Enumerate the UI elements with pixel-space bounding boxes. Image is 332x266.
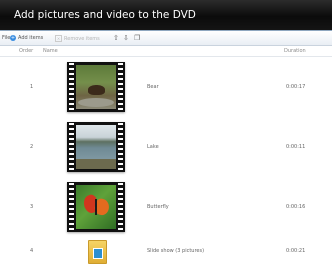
- list-item[interactable]: 4 Slide show (3 pictures) 0:00:21: [0, 238, 332, 266]
- window-title: Add pictures and video to the DVD: [14, 9, 196, 21]
- item-duration: 0:00:16: [286, 204, 306, 210]
- add-items-label: Add items: [18, 35, 44, 41]
- arrow-down-icon: ⇩: [123, 34, 129, 42]
- film-strip-left: [69, 123, 74, 171]
- remove-items-button[interactable]: × Remove items: [55, 35, 100, 42]
- remove-icon: ×: [55, 35, 62, 42]
- butterfly-video-thumbnail: [67, 182, 125, 232]
- film-strip-left: [69, 183, 74, 231]
- list-item[interactable]: 1 Bear 0:00:17: [0, 58, 332, 116]
- lake-image: [76, 125, 116, 169]
- item-name: Butterfly: [147, 204, 169, 210]
- film-strip-right: [118, 123, 123, 171]
- list-item[interactable]: 2 Lake 0:00:11: [0, 118, 332, 176]
- lake-video-thumbnail: [67, 122, 125, 172]
- film-strip-right: [118, 63, 123, 111]
- item-duration: 0:00:11: [286, 144, 306, 150]
- toolbar: File + Add items × Remove items ⇧ ⇩ ❐: [0, 31, 332, 46]
- add-icon: +: [10, 35, 16, 41]
- list-header: Order Name Duration: [0, 46, 332, 57]
- move-down-button[interactable]: ⇩: [123, 34, 129, 42]
- item-order: 3: [30, 204, 34, 210]
- item-order: 4: [30, 248, 34, 254]
- item-name: Bear: [147, 84, 159, 90]
- column-header-duration[interactable]: Duration: [284, 48, 306, 54]
- film-strip-right: [118, 183, 123, 231]
- remove-items-label: Remove items: [64, 35, 100, 42]
- column-header-order[interactable]: Order: [19, 48, 33, 54]
- move-up-button[interactable]: ⇧: [113, 34, 119, 42]
- list-item[interactable]: 3 Butterfly 0:00:16: [0, 178, 332, 236]
- butterfly-image: [76, 185, 116, 229]
- item-duration: 0:00:17: [286, 84, 306, 90]
- duplicate-button[interactable]: ❐: [134, 34, 140, 42]
- copy-icon: ❐: [134, 34, 141, 42]
- column-header-name[interactable]: Name: [43, 48, 58, 54]
- dvd-maker-window: Add pictures and video to the DVD File +…: [0, 0, 332, 266]
- bear-video-thumbnail: [67, 62, 125, 112]
- item-name: Slide show (3 pictures): [147, 248, 205, 254]
- add-items-button[interactable]: + Add items: [10, 35, 43, 41]
- bear-image: [76, 65, 116, 109]
- slideshow-folder-icon: [88, 240, 108, 264]
- item-name: Lake: [147, 144, 159, 150]
- item-order: 2: [30, 144, 34, 150]
- film-strip-left: [69, 63, 74, 111]
- arrow-up-icon: ⇧: [113, 34, 119, 42]
- item-duration: 0:00:21: [286, 248, 306, 254]
- title-bar: Add pictures and video to the DVD: [0, 0, 332, 31]
- item-order: 1: [30, 84, 34, 90]
